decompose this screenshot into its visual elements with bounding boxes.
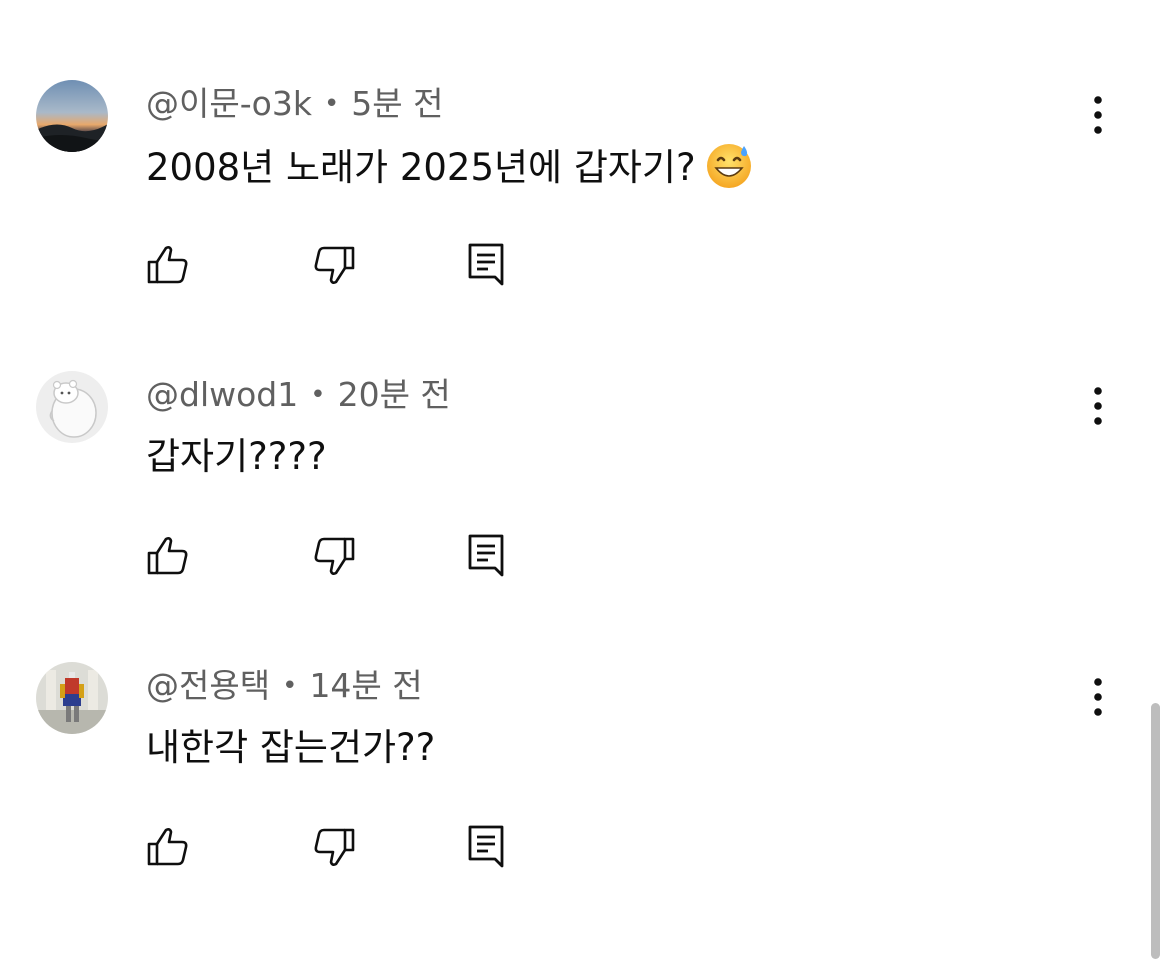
- like-button[interactable]: [142, 531, 192, 581]
- more-vertical-icon: [1094, 96, 1102, 134]
- grinning-face-with-sweat-icon: [704, 140, 754, 190]
- comment-author[interactable]: @이문-o3k: [146, 84, 312, 123]
- meta-separator: •: [282, 671, 298, 701]
- reply-comment-icon: [468, 243, 504, 286]
- comment-text: 갑자기????: [146, 431, 327, 483]
- avatar[interactable]: [36, 80, 108, 152]
- comment-meta: @dlwod1 • 20분 전: [146, 373, 451, 417]
- comment-time[interactable]: 14분 전: [309, 666, 422, 705]
- thumbs-up-icon: [147, 246, 188, 284]
- comment-text-content: 갑자기????: [146, 435, 327, 478]
- comment-item: @전용택 • 14분 전 내한각 잡는건가??: [0, 662, 1170, 942]
- comment-meta: @전용택 • 14분 전: [146, 664, 423, 708]
- comment-author[interactable]: @전용택: [146, 666, 270, 705]
- comment-time[interactable]: 5분 전: [351, 84, 443, 123]
- comment-menu-button[interactable]: [1078, 676, 1118, 720]
- comment-item: @dlwod1 • 20분 전 갑자기????: [0, 371, 1170, 651]
- thumbs-down-icon: [314, 246, 355, 284]
- more-vertical-icon: [1094, 678, 1102, 716]
- comment-text: 2008년 노래가 2025년에 갑자기?: [146, 140, 754, 194]
- comment-menu-button[interactable]: [1078, 94, 1118, 138]
- dislike-button[interactable]: [310, 531, 360, 581]
- comment-author[interactable]: @dlwod1: [146, 375, 298, 414]
- thumbs-down-icon: [314, 828, 355, 866]
- more-vertical-icon: [1094, 387, 1102, 425]
- like-button[interactable]: [142, 240, 192, 290]
- meta-separator: •: [310, 380, 326, 410]
- avatar[interactable]: [36, 662, 108, 734]
- reply-comment-icon: [468, 825, 504, 868]
- scrollbar-thumb[interactable]: [1151, 703, 1160, 959]
- dislike-button[interactable]: [310, 240, 360, 290]
- comment-menu-button[interactable]: [1078, 385, 1118, 429]
- comment-item: @이문-o3k • 5분 전 2008년 노래가 2025년에 갑자기?: [0, 80, 1170, 360]
- thumbs-up-icon: [147, 537, 188, 575]
- meta-separator: •: [323, 89, 340, 119]
- thumbs-up-icon: [147, 828, 188, 866]
- comment-text: 내한각 잡는건가??: [146, 722, 435, 774]
- comment-meta: @이문-o3k • 5분 전: [146, 82, 444, 126]
- like-button[interactable]: [142, 822, 192, 872]
- reply-button[interactable]: [462, 822, 512, 872]
- dislike-button[interactable]: [310, 822, 360, 872]
- reply-button[interactable]: [462, 240, 512, 290]
- comment-text-content: 내한각 잡는건가??: [146, 726, 436, 769]
- reply-comment-icon: [468, 534, 504, 577]
- comment-text-content: 2008년 노래가 2025년에 갑자기?: [146, 146, 696, 189]
- comment-time[interactable]: 20분 전: [338, 375, 451, 414]
- avatar[interactable]: [36, 371, 108, 443]
- reply-button[interactable]: [462, 531, 512, 581]
- thumbs-down-icon: [314, 537, 355, 575]
